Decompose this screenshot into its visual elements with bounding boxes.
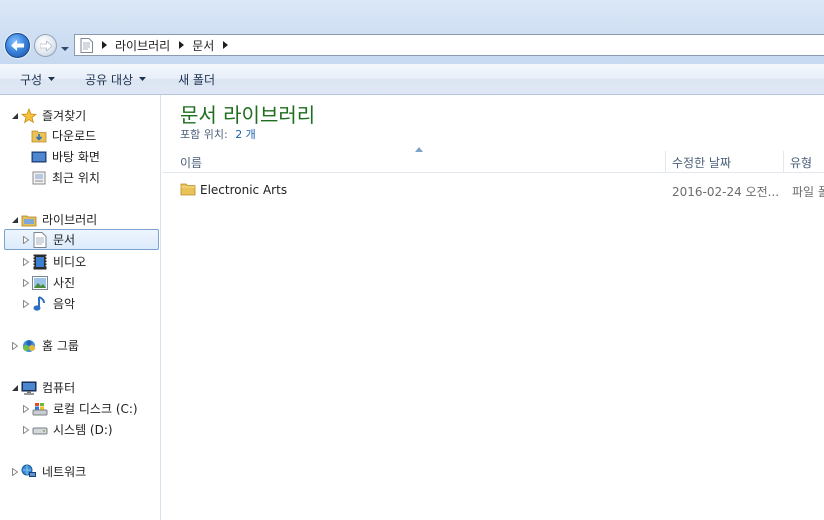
library-title: 문서 라이브러리 xyxy=(180,103,316,127)
tree-network[interactable]: 네트워크 xyxy=(10,461,86,482)
tree-favorites[interactable]: 즐겨찾기 xyxy=(10,105,86,126)
tree-item-pictures[interactable]: 사진 xyxy=(21,272,75,293)
back-button[interactable] xyxy=(5,33,30,58)
new-folder-button[interactable]: 새 폴더 xyxy=(166,64,227,94)
downloads-label: 다운로드 xyxy=(52,129,97,143)
includes-locations-link[interactable]: 2 개 xyxy=(235,128,256,141)
chevron-down-icon xyxy=(61,47,69,51)
network-label: 네트워크 xyxy=(42,465,87,479)
recent-pages-dropdown[interactable] xyxy=(60,42,70,51)
file-type: 파일 폴더 xyxy=(792,185,824,199)
expand-arrow-icon[interactable] xyxy=(21,404,30,413)
music-label: 음악 xyxy=(53,297,76,311)
share-with-menu[interactable]: 공유 대상 xyxy=(73,64,158,94)
breadcrumb-separator-icon[interactable] xyxy=(98,40,110,50)
forward-button[interactable] xyxy=(34,34,57,57)
tree-item-recent-places[interactable]: 최근 위치 xyxy=(31,167,100,188)
expand-arrow-icon[interactable] xyxy=(21,257,30,266)
pictures-icon xyxy=(32,275,48,291)
expand-arrow-icon[interactable] xyxy=(10,341,19,350)
recent-places-icon xyxy=(31,170,47,186)
expand-arrow-icon[interactable] xyxy=(21,278,30,287)
column-type-label: 유형 xyxy=(790,155,813,170)
breadcrumb-documents[interactable]: 문서 xyxy=(192,37,214,54)
expand-arrow-icon[interactable] xyxy=(21,425,30,434)
desktop-icon xyxy=(31,149,47,165)
document-library-icon xyxy=(80,37,93,53)
arrow-left-icon xyxy=(11,40,24,51)
file-row[interactable]: Electronic Arts 2016-02-24 오전... 파일 폴더 xyxy=(162,180,824,202)
desktop-label: 바탕 화면 xyxy=(52,150,100,164)
documents-label: 문서 xyxy=(53,233,76,247)
column-modified[interactable]: 수정한 날짜 xyxy=(666,151,784,173)
includes-label: 포함 위치: xyxy=(180,128,228,141)
column-modified-label: 수정한 날짜 xyxy=(672,155,732,170)
star-icon xyxy=(21,107,37,124)
tree-item-music[interactable]: 음악 xyxy=(21,293,75,314)
computer-label: 컴퓨터 xyxy=(42,381,76,395)
favorites-label: 즐겨찾기 xyxy=(42,109,87,123)
navigation-pane: 즐겨찾기 다운로드 바탕 화면 최근 위치 라이브러리 문서 비디오 사진 음악… xyxy=(0,95,161,520)
downloads-folder-icon xyxy=(31,128,47,144)
column-type[interactable]: 유형 xyxy=(784,151,824,173)
tree-item-documents[interactable]: 문서 xyxy=(4,229,159,250)
music-note-icon xyxy=(32,295,48,312)
tree-computer[interactable]: 컴퓨터 xyxy=(10,377,75,398)
documents-icon xyxy=(32,231,48,248)
tree-item-videos[interactable]: 비디오 xyxy=(21,251,86,272)
breadcrumb-separator-icon[interactable] xyxy=(175,40,187,50)
windows-drive-icon xyxy=(32,401,48,417)
address-toolbar: 라이브러리 문서 xyxy=(0,0,824,64)
breadcrumb-libraries[interactable]: 라이브러리 xyxy=(115,37,170,54)
pictures-label: 사진 xyxy=(53,276,76,290)
tree-item-desktop[interactable]: 바탕 화면 xyxy=(31,146,100,167)
tree-libraries[interactable]: 라이브러리 xyxy=(10,209,97,230)
videos-icon xyxy=(32,254,48,270)
organize-menu[interactable]: 구성 xyxy=(0,64,67,94)
collapse-arrow-icon[interactable] xyxy=(10,383,19,392)
homegroup-label: 홈 그룹 xyxy=(42,339,79,353)
breadcrumb-separator-icon[interactable] xyxy=(219,40,231,50)
videos-label: 비디오 xyxy=(53,255,87,269)
arrow-right-icon xyxy=(39,40,52,51)
tree-item-downloads[interactable]: 다운로드 xyxy=(31,125,96,146)
tree-item-local-disk-c[interactable]: 로컬 디스크 (C:) xyxy=(21,398,138,419)
collapse-arrow-icon[interactable] xyxy=(10,215,19,224)
tree-homegroup[interactable]: 홈 그룹 xyxy=(10,335,79,356)
column-name-label: 이름 xyxy=(180,155,203,170)
expand-arrow-icon[interactable] xyxy=(21,235,30,244)
hard-drive-icon xyxy=(32,422,48,438)
expand-arrow-icon[interactable] xyxy=(10,467,19,476)
new-folder-label: 새 폴더 xyxy=(178,72,216,87)
libraries-icon xyxy=(21,212,37,228)
column-name[interactable]: 이름 xyxy=(174,151,666,173)
share-with-label: 공유 대상 xyxy=(85,72,134,87)
recent-places-label: 최근 위치 xyxy=(52,171,100,185)
homegroup-icon xyxy=(21,338,37,354)
system-d-label: 시스템 (D:) xyxy=(53,423,113,437)
chevron-down-icon xyxy=(48,77,56,81)
content-pane: 문서 라이브러리 포함 위치: 2 개 이름 수정한 날짜 유형 Electro… xyxy=(162,95,824,520)
file-name: Electronic Arts xyxy=(200,183,288,197)
collapse-arrow-icon[interactable] xyxy=(10,111,19,120)
command-bar: 구성 공유 대상 새 폴더 xyxy=(0,64,824,95)
expand-arrow-icon[interactable] xyxy=(21,299,30,308)
chevron-down-icon xyxy=(139,77,147,81)
tree-item-system-d[interactable]: 시스템 (D:) xyxy=(21,419,113,440)
file-modified: 2016-02-24 오전... xyxy=(672,185,780,199)
library-includes: 포함 위치: 2 개 xyxy=(180,126,256,142)
column-header-row: 이름 수정한 날짜 유형 xyxy=(162,147,824,173)
computer-icon xyxy=(21,380,37,396)
organize-label: 구성 xyxy=(20,72,43,87)
network-icon xyxy=(21,464,37,480)
libraries-label: 라이브러리 xyxy=(42,213,98,227)
folder-icon xyxy=(180,181,196,197)
address-bar[interactable]: 라이브러리 문서 xyxy=(74,34,824,56)
local-disk-c-label: 로컬 디스크 (C:) xyxy=(53,402,138,416)
